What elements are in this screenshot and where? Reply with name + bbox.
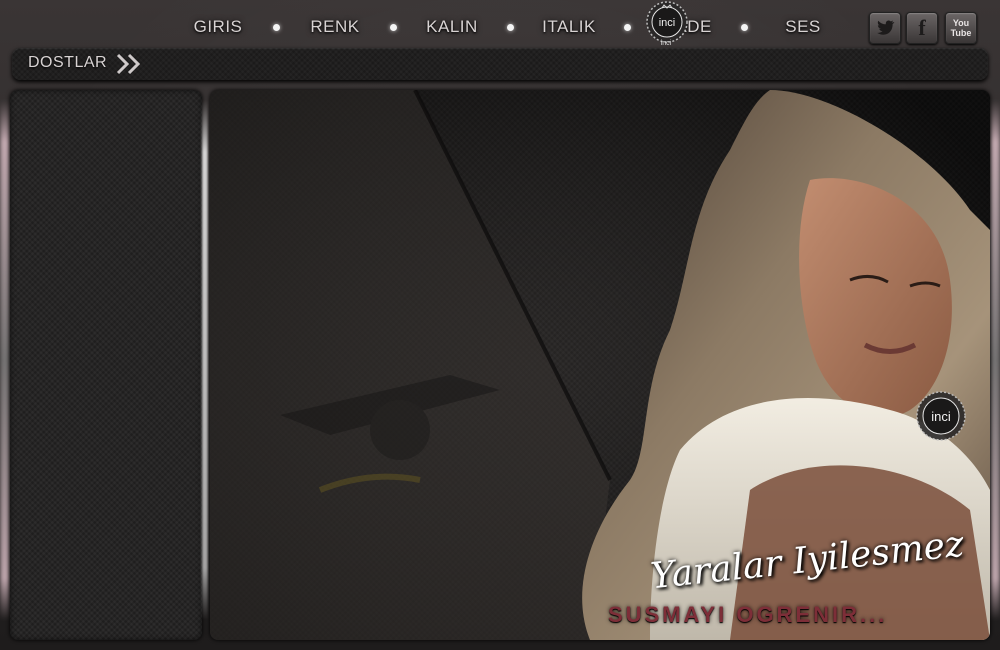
left-edge-glow bbox=[0, 100, 10, 620]
friends-bar: DOSTLAR bbox=[12, 48, 988, 80]
logo-text: inci bbox=[659, 17, 676, 29]
top-navigation: GIRIS RENK KALIN ITALIK IFADE SES bbox=[180, 8, 860, 46]
youtube-button[interactable]: You Tube bbox=[945, 12, 977, 44]
right-edge-glow bbox=[990, 100, 1000, 620]
friends-link[interactable]: DOSTLAR bbox=[28, 54, 107, 72]
twitter-button[interactable] bbox=[869, 12, 901, 44]
watermark-logo-text: inci bbox=[931, 409, 951, 424]
nav-item-kalin[interactable]: KALIN bbox=[414, 17, 490, 37]
nav-separator-dot bbox=[507, 23, 514, 31]
nav-separator-dot bbox=[273, 23, 280, 31]
twitter-bird-icon bbox=[877, 20, 895, 35]
nav-item-giris[interactable]: GIRIS bbox=[180, 17, 256, 37]
double-chevron-right-icon bbox=[116, 53, 141, 75]
banner-tagline-subtitle: SUSMAYI OGRENIR... bbox=[608, 602, 888, 627]
youtube-icon: You Tube bbox=[950, 18, 972, 38]
nav-separator-dot bbox=[741, 23, 748, 31]
left-sidebar-panel bbox=[10, 90, 202, 640]
watermark-emblem-icon: inci bbox=[916, 391, 966, 441]
nav-item-renk[interactable]: RENK bbox=[297, 17, 373, 37]
nav-separator-dot bbox=[390, 23, 397, 31]
inci-watermark-badge: inci bbox=[913, 388, 969, 444]
nav-item-italik[interactable]: ITALIK bbox=[531, 17, 607, 37]
hero-banner: inci Yaralar Iyilesmez SUSMAYI OGRENIR..… bbox=[210, 90, 990, 640]
panel-divider-glow bbox=[202, 100, 208, 620]
facebook-icon: f bbox=[918, 15, 926, 40]
nav-separator-dot bbox=[624, 23, 631, 31]
facebook-button[interactable]: f bbox=[906, 12, 938, 44]
page: GIRIS RENK KALIN ITALIK IFADE SES inci i… bbox=[0, 0, 1000, 650]
inci-logo-badge: inci inci bbox=[645, 0, 707, 50]
logo-emblem-icon: inci bbox=[646, 1, 688, 43]
nav-item-ses[interactable]: SES bbox=[765, 17, 841, 37]
logo-caption: inci bbox=[660, 40, 672, 47]
